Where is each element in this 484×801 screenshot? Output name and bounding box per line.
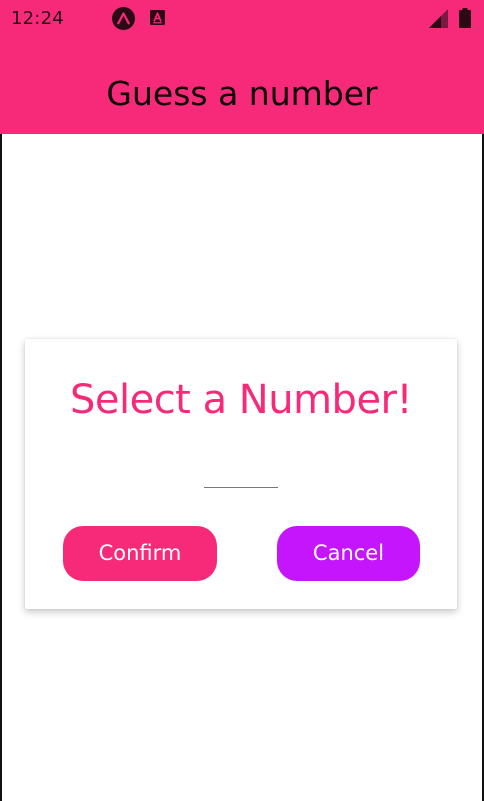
- signal-icon: [428, 9, 448, 29]
- a-square-icon: [150, 10, 165, 25]
- battery-icon: [459, 8, 471, 28]
- app-header: Guess a number: [0, 36, 484, 134]
- card-title: Select a Number!: [69, 377, 413, 423]
- number-selection-card: Select a Number! Confirm Cancel: [25, 339, 457, 609]
- page-title: Guess a number: [106, 74, 378, 113]
- screen-frame-left: [0, 134, 2, 801]
- status-time: 12:24: [11, 8, 64, 29]
- expo-icon: [112, 7, 135, 30]
- number-input[interactable]: [204, 459, 278, 488]
- status-bar: 12:24: [0, 0, 484, 36]
- confirm-button[interactable]: Confirm: [63, 526, 217, 581]
- cancel-button[interactable]: Cancel: [277, 526, 420, 581]
